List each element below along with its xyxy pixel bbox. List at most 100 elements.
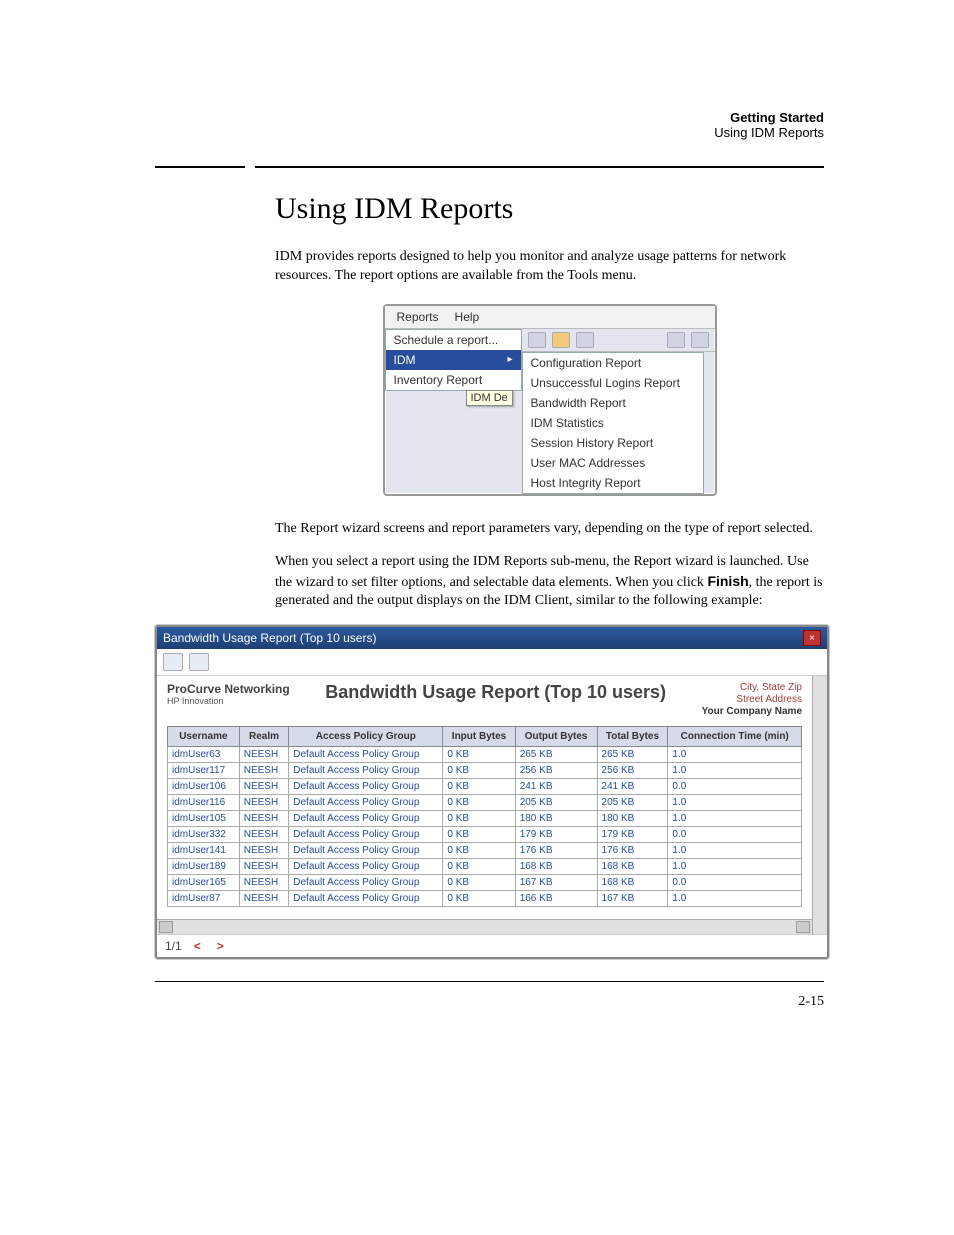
toolbar-icon[interactable] — [667, 332, 685, 348]
report-pager: 1/1 < > — [157, 934, 827, 957]
table-row: idmUser165NEESHDefault Access Policy Gro… — [168, 875, 802, 891]
window-titlebar: Bandwidth Usage Report (Top 10 users) × — [157, 627, 827, 649]
table-cell: Default Access Policy Group — [289, 891, 443, 907]
toolbar-icon[interactable] — [576, 332, 594, 348]
menu-item-label: Inventory Report — [394, 373, 483, 387]
column-header: Input Bytes — [443, 727, 515, 747]
meta-city: City, State Zip — [702, 682, 802, 694]
brand-block: ProCurve Networking HP Innovation — [167, 682, 290, 706]
table-cell: NEESH — [239, 827, 289, 843]
toolbar-icon[interactable] — [528, 332, 546, 348]
horizontal-scrollbar[interactable] — [157, 919, 812, 934]
scroll-left-button[interactable] — [159, 921, 173, 933]
page-indicator: 1/1 — [165, 939, 182, 953]
table-cell: 167 KB — [597, 891, 668, 907]
menu-item-inventory[interactable]: Inventory Report — [386, 370, 521, 390]
table-cell: 1.0 — [668, 795, 802, 811]
scroll-right-button[interactable] — [796, 921, 810, 933]
prev-page-button[interactable]: < — [190, 939, 205, 953]
menu-help[interactable]: Help — [447, 308, 488, 326]
table-cell: NEESH — [239, 795, 289, 811]
table-cell: 176 KB — [515, 843, 597, 859]
table-cell: 241 KB — [515, 779, 597, 795]
column-header: Connection Time (min) — [668, 727, 802, 747]
submenu-item[interactable]: Configuration Report — [523, 353, 703, 373]
brand-line1: ProCurve Networking — [167, 682, 290, 696]
paragraph-wizard-vary: The Report wizard screens and report par… — [275, 520, 824, 539]
manual-page: Getting Started Using IDM Reports Using … — [0, 0, 954, 1070]
table-row: idmUser63NEESHDefault Access Policy Grou… — [168, 747, 802, 763]
report-body: ProCurve Networking HP Innovation Bandwi… — [157, 676, 812, 919]
menu-item-schedule[interactable]: Schedule a report... — [386, 330, 521, 350]
report-title: Bandwidth Usage Report (Top 10 users) — [290, 682, 702, 703]
table-cell: Default Access Policy Group — [289, 843, 443, 859]
footer-rule — [155, 981, 824, 982]
table-cell: 167 KB — [515, 875, 597, 891]
table-cell: 0 KB — [443, 795, 515, 811]
table-cell: Default Access Policy Group — [289, 827, 443, 843]
table-cell: 168 KB — [597, 859, 668, 875]
window-title: Bandwidth Usage Report (Top 10 users) — [163, 631, 376, 645]
table-cell: NEESH — [239, 763, 289, 779]
table-cell: 265 KB — [515, 747, 597, 763]
table-cell: Default Access Policy Group — [289, 811, 443, 827]
submenu-item[interactable]: User MAC Addresses — [523, 453, 703, 473]
table-cell: 0.0 — [668, 827, 802, 843]
table-cell: 176 KB — [597, 843, 668, 859]
submenu-item[interactable]: Unsuccessful Logins Report — [523, 373, 703, 393]
submenu-item[interactable]: Bandwidth Report — [523, 393, 703, 413]
table-cell: idmUser105 — [168, 811, 240, 827]
column-header: Output Bytes — [515, 727, 597, 747]
table-cell: 265 KB — [597, 747, 668, 763]
table-cell: 256 KB — [515, 763, 597, 779]
submenu-item[interactable]: IDM Statistics — [523, 413, 703, 433]
table-cell: 1.0 — [668, 843, 802, 859]
table-cell: idmUser106 — [168, 779, 240, 795]
table-cell: 205 KB — [597, 795, 668, 811]
table-cell: Default Access Policy Group — [289, 859, 443, 875]
print-icon[interactable] — [163, 653, 183, 671]
column-header: Total Bytes — [597, 727, 668, 747]
vertical-scrollbar[interactable] — [812, 676, 827, 934]
table-cell: NEESH — [239, 811, 289, 827]
table-cell: 0 KB — [443, 811, 515, 827]
table-cell: 168 KB — [597, 875, 668, 891]
table-cell: Default Access Policy Group — [289, 779, 443, 795]
table-row: idmUser116NEESHDefault Access Policy Gro… — [168, 795, 802, 811]
toolbar-icon[interactable] — [691, 332, 709, 348]
app-window: Reports Help Schedule a report... IDM In… — [383, 304, 717, 496]
column-header: Username — [168, 727, 240, 747]
save-icon[interactable] — [189, 653, 209, 671]
table-row: idmUser117NEESHDefault Access Policy Gro… — [168, 763, 802, 779]
table-cell: 0.0 — [668, 875, 802, 891]
table-cell: NEESH — [239, 779, 289, 795]
report-table: UsernameRealmAccess Policy GroupInput By… — [167, 726, 802, 907]
content-column: Using IDM Reports IDM provides reports d… — [275, 192, 824, 611]
menu-item-idm[interactable]: IDM — [386, 350, 521, 370]
page-number: 2-15 — [155, 994, 824, 1010]
table-cell: 1.0 — [668, 811, 802, 827]
table-cell: 0 KB — [443, 747, 515, 763]
submenu-item[interactable]: Session History Report — [523, 433, 703, 453]
table-cell: 0 KB — [443, 779, 515, 795]
reports-dropdown: Schedule a report... IDM Inventory Repor… — [385, 329, 522, 391]
table-cell: idmUser87 — [168, 891, 240, 907]
table-cell: 168 KB — [515, 859, 597, 875]
table-cell: Default Access Policy Group — [289, 747, 443, 763]
table-cell: NEESH — [239, 859, 289, 875]
toolbar-icons — [522, 329, 715, 352]
toolbar-icon[interactable] — [552, 332, 570, 348]
close-button[interactable]: × — [803, 630, 821, 646]
table-cell: idmUser189 — [168, 859, 240, 875]
table-cell: 1.0 — [668, 763, 802, 779]
horizontal-divider — [155, 166, 824, 168]
table-cell: 179 KB — [597, 827, 668, 843]
submenu-item[interactable]: Host Integrity Report — [523, 473, 703, 493]
table-cell: Default Access Policy Group — [289, 763, 443, 779]
table-cell: 205 KB — [515, 795, 597, 811]
table-cell: 180 KB — [597, 811, 668, 827]
section-heading: Using IDM Reports — [275, 192, 824, 226]
next-page-button[interactable]: > — [213, 939, 228, 953]
header-title: Getting Started — [155, 110, 824, 125]
menu-reports[interactable]: Reports — [389, 308, 447, 326]
